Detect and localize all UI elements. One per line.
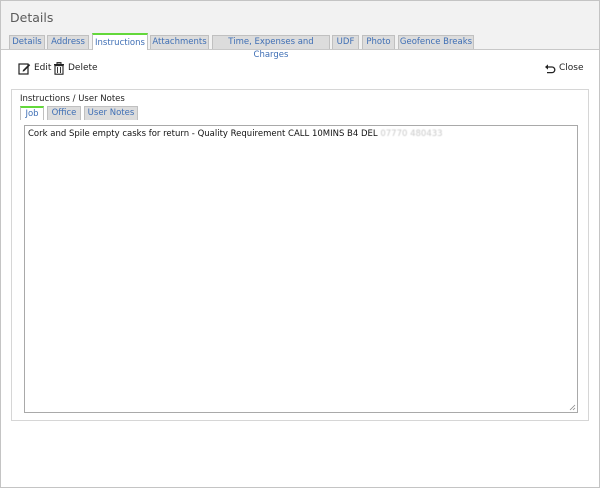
tab-instructions[interactable]: Instructions bbox=[92, 33, 148, 50]
instructions-panel: Instructions / User Notes Job Office Use… bbox=[11, 89, 589, 421]
tab-bar: Details Address Instructions Attachments… bbox=[1, 33, 599, 60]
tab-geofence-breaks[interactable]: Geofence Breaks bbox=[398, 35, 474, 49]
delete-label: Delete bbox=[68, 63, 98, 73]
toolbar: Edit Delete Close bbox=[1, 59, 599, 79]
undo-arrow-icon bbox=[545, 64, 556, 74]
tab-udf[interactable]: UDF bbox=[332, 35, 359, 49]
close-label: Close bbox=[559, 63, 584, 73]
sub-tab-bar: Job Office User Notes bbox=[20, 106, 580, 120]
details-window: Details Details Address Instructions Att… bbox=[0, 0, 600, 488]
trash-icon bbox=[54, 61, 64, 75]
close-button[interactable]: Close bbox=[544, 59, 584, 77]
panel-label: Instructions / User Notes bbox=[20, 94, 125, 104]
subtab-office[interactable]: Office bbox=[47, 106, 81, 120]
instructions-text: Cork and Spile empty casks for return - … bbox=[28, 129, 378, 139]
tab-photo[interactable]: Photo bbox=[362, 35, 395, 49]
edit-label: Edit bbox=[34, 63, 52, 73]
subtab-job[interactable]: Job bbox=[20, 106, 44, 120]
redacted-phone-number: 07770 480433 bbox=[380, 129, 443, 139]
subtab-user-notes[interactable]: User Notes bbox=[84, 106, 138, 120]
resize-handle-icon[interactable] bbox=[568, 403, 576, 411]
edit-button[interactable]: Edit bbox=[18, 59, 51, 77]
tab-details[interactable]: Details bbox=[9, 35, 45, 49]
title-bar: Details bbox=[1, 1, 599, 33]
window-title: Details bbox=[10, 10, 54, 25]
edit-icon bbox=[18, 62, 31, 75]
tab-attachments[interactable]: Attachments bbox=[150, 35, 209, 49]
delete-button[interactable]: Delete bbox=[53, 59, 98, 77]
tab-address[interactable]: Address bbox=[47, 35, 89, 49]
tab-time-expenses-charges[interactable]: Time, Expenses and Charges bbox=[212, 35, 330, 60]
instructions-textarea[interactable]: Cork and Spile empty casks for return - … bbox=[24, 125, 578, 413]
